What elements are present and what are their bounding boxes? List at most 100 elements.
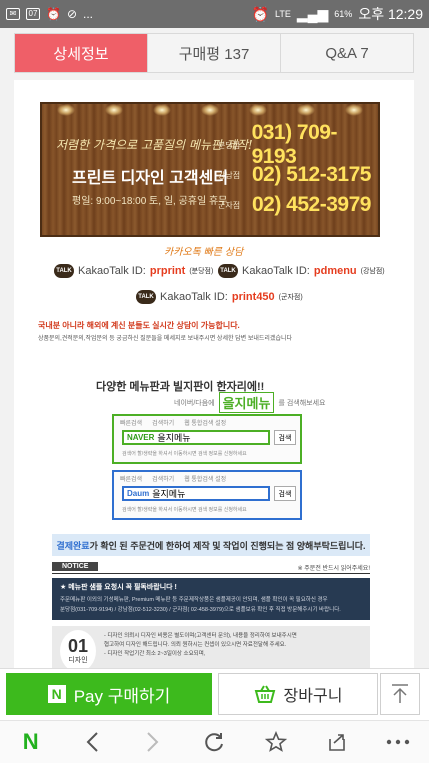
arrow-up-icon: [392, 684, 408, 703]
search-field: Daum 을지메뉴: [122, 486, 270, 501]
npay-icon: N: [47, 685, 66, 703]
search-field: NAVER 을지메뉴: [122, 430, 270, 445]
purchase-action-bar: N Pay 구매하기 장바구니: [0, 668, 429, 720]
notification-count-icon: 07: [26, 8, 40, 20]
step-description: - 디자인 의뢰시 디자인 비용은 별도이며(고객센터 문의), 내용을 정리하…: [104, 632, 297, 659]
more-dots-icon: [387, 739, 410, 745]
sample-notice-text: 분당점(031-709-9194) / 강남점(02-512-3230) / 군…: [60, 607, 341, 613]
detail-tabs: 상세정보 구매평 137 Q&A 7: [14, 33, 414, 73]
phone-number[interactable]: 02) 452-3979: [252, 193, 371, 217]
notice-read-first: ※ 주문전 반드시 읽어주세요!: [297, 566, 370, 572]
network-type: LTE: [275, 9, 291, 19]
search-option: 웹 통합검색 설정: [184, 421, 227, 427]
inquiry-notice: 상품문의,견적문의,작업문의 등 궁금하신 질문들을 메세지로 보내주시면 상세…: [38, 336, 293, 342]
phone-row: 분당점 031) 709-9193: [218, 121, 380, 168]
mute-icon: ⊘: [66, 7, 78, 21]
phone-row: 군자점 02) 452-3979: [218, 190, 380, 220]
step-badge: 01 디자인: [60, 630, 96, 668]
cart-button[interactable]: 장바구니: [218, 673, 378, 715]
search-option: 검색하기: [152, 421, 175, 427]
search-hint: 검색어 할/생략을 하셔서 이동하시면 검색 정보를 신청하세요: [122, 451, 247, 457]
sample-notice-title: ★ 메뉴판 샘플 요청시 꼭 필독바랍니다 !: [60, 584, 177, 591]
refresh-button[interactable]: [194, 724, 234, 760]
naver-logo: NAVER: [127, 433, 155, 442]
kakao-branch: (분당점): [189, 268, 214, 275]
kakaotalk-icon: TALK: [136, 290, 156, 304]
kakao-id[interactable]: pdmenu: [314, 265, 357, 277]
more-notifications: ...: [83, 7, 94, 21]
more-menu-button[interactable]: [378, 724, 418, 760]
back-button[interactable]: [72, 724, 112, 760]
quick-search-label: 빠른검색: [120, 477, 143, 483]
search-button: 검색: [274, 486, 296, 501]
kakao-brand: KakaoTalk ID:: [242, 265, 310, 277]
kakao-id[interactable]: prprint: [150, 265, 185, 277]
payment-highlight: 결제완료: [56, 540, 90, 551]
kakao-branch: (강남점): [360, 268, 385, 275]
branch-label: 군자점: [218, 200, 241, 210]
npay-buy-button[interactable]: N Pay 구매하기: [6, 673, 212, 715]
kakao-id-row: TALK KakaoTalk ID: prprint (분당점): [54, 264, 213, 278]
browser-toolbar: N: [0, 720, 429, 763]
step-number: 01: [67, 636, 89, 656]
phone-number[interactable]: 02) 512-3175: [252, 163, 371, 187]
branch-label: 강남점: [218, 170, 241, 180]
phone-list: 분당점 031) 709-9193 강남점 02) 512-3175 군자점 0…: [218, 121, 380, 220]
alarm-icon: ⏰: [251, 5, 269, 22]
step-line: 협고하여 디자인 해드립니다. 의뢰 원하시는 컨셉이 있으시면 자료전달해 주…: [104, 642, 287, 648]
banner-lights: [42, 104, 378, 116]
search-query: 을지메뉴: [152, 489, 186, 499]
scroll-to-top-button[interactable]: [380, 673, 420, 715]
search-option: 웹 통합검색 설정: [184, 477, 227, 483]
tab-detail-info[interactable]: 상세정보: [15, 34, 147, 72]
kakao-id-row: TALK KakaoTalk ID: print450 (군자점): [136, 290, 303, 304]
cart-label: 장바구니: [283, 688, 343, 705]
forward-button[interactable]: [133, 724, 173, 760]
sample-notice-box: ★ 메뉴판 샘플 요청시 꼭 필독바랍니다 ! 주문메뉴판 이외의 기성메뉴판,…: [52, 578, 370, 620]
kakao-id[interactable]: print450: [232, 291, 275, 303]
search-hint: 검색어 할/생략을 하셔서 이동하시면 검색 정보를 신청하세요: [122, 507, 247, 513]
kakao-brand: KakaoTalk ID:: [78, 265, 146, 277]
share-button[interactable]: [317, 724, 357, 760]
refresh-icon: [205, 733, 224, 752]
kakao-brand: KakaoTalk ID:: [160, 291, 228, 303]
daum-logo: Daum: [127, 489, 150, 498]
overseas-consult-notice: 국내분 아니라 해외에 계신 분들도 실시간 상담이 가능합니다.: [38, 321, 240, 330]
kakao-heading: 카카오톡 빠른 상담: [164, 247, 244, 258]
tab-reviews[interactable]: 구매평 137: [147, 34, 280, 72]
payment-notice: 결제완료 가 확인 된 주문건에 한하여 제작 및 작업이 진행되는 점 양해부…: [52, 534, 370, 556]
star-icon: [264, 731, 287, 752]
promo-brand: 을지메뉴: [218, 392, 275, 413]
phone-row: 강남점 02) 512-3175: [218, 160, 380, 190]
step-line: - 디자인 작업기간 최소 2~3일이상 소요되며,: [104, 651, 206, 657]
forward-arrow-icon: [147, 732, 159, 752]
clock: 오후 12:29: [358, 6, 423, 22]
phone-number[interactable]: 031) 709-9193: [252, 121, 380, 169]
bookmark-button[interactable]: [256, 724, 296, 760]
payment-text: 가 확인 된 주문건에 한하여 제작 및 작업이 진행되는 점 양해부탁드립니다…: [89, 540, 366, 551]
share-icon: [329, 734, 345, 751]
kakao-id-row: TALK KakaoTalk ID: pdmenu (강남점): [218, 264, 385, 278]
naver-home-button[interactable]: N: [11, 724, 51, 760]
step-line: - 디자인 의뢰시 디자인 비용은 별도이며(고객센터 문의), 내용을 정리하…: [104, 633, 297, 639]
promo-subtitle: 네이버/다음에 을지메뉴 를 검색해보세요: [174, 392, 325, 413]
design-step-box: 01 디자인 - 디자인 의뢰시 디자인 비용은 별도이며(고객센터 문의), …: [52, 626, 370, 668]
quick-search-label: 빠른검색: [120, 421, 143, 427]
naver-search-example: 빠른검색 검색하기 웹 통합검색 설정 NAVER 을지메뉴 검색 검색어 할/…: [112, 414, 302, 464]
daum-search-example: 빠른검색 검색하기 웹 통합검색 설정 Daum 을지메뉴 검색 검색어 할/생…: [112, 470, 302, 520]
kakaotalk-icon: TALK: [54, 264, 74, 278]
alarm-clock-icon: ⏰: [46, 7, 61, 21]
npay-buy-label: Pay 구매하기: [73, 686, 171, 706]
promo-suffix: 를 검색해보세요: [278, 399, 326, 407]
tab-qna[interactable]: Q&A 7: [280, 34, 413, 72]
status-bar: ✉ 07 ⏰ ⊘ ... ⏰ LTE ▂▄▆ 61% 오후 12:29: [0, 0, 429, 28]
product-detail-content: 저렴한 가격으로 고품질의 메뉴판 제작! 프린트 디자인 고객센터 평일: 9…: [14, 80, 414, 668]
battery-level: 61%: [334, 9, 353, 19]
message-icon: ✉: [6, 8, 20, 20]
kakao-branch: (군자점): [278, 294, 303, 301]
banner-title: 프린트 디자인 고객센터: [72, 170, 229, 187]
search-button: 검색: [274, 430, 296, 445]
search-query: 을지메뉴: [157, 433, 191, 443]
search-option: 검색하기: [152, 477, 175, 483]
branch-label: 분당점: [218, 140, 241, 150]
